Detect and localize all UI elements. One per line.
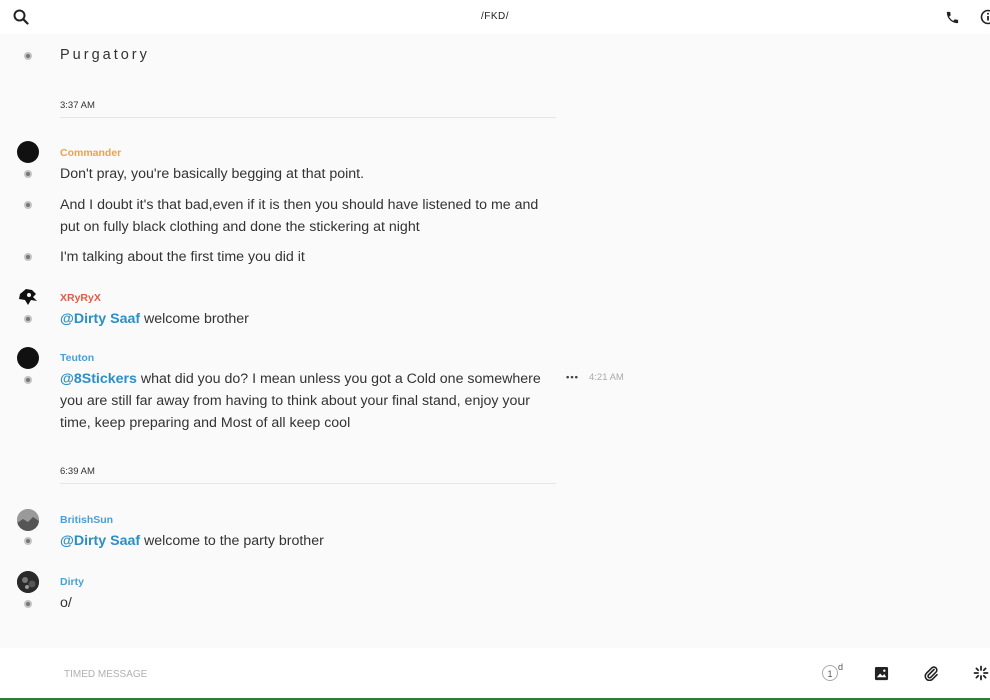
- message-author[interactable]: Dirty: [60, 576, 84, 588]
- user-mention[interactable]: @Dirty Saaf: [60, 311, 140, 327]
- message-body: welcome brother: [140, 311, 249, 327]
- timer-unit: d: [838, 662, 844, 672]
- avatar[interactable]: [17, 347, 39, 369]
- separator-line: [60, 483, 556, 484]
- top-bar: /FKD/: [0, 0, 990, 34]
- separator-line: [60, 117, 556, 118]
- avatar[interactable]: [17, 509, 39, 531]
- message-author[interactable]: BritishSun: [60, 514, 113, 526]
- message-timestamp: 4:21 AM: [588, 372, 624, 383]
- status-dot: [24, 376, 32, 384]
- status-dot: [24, 537, 32, 545]
- user-mention[interactable]: @Dirty Saaf: [60, 533, 140, 549]
- status-dot: [24, 201, 32, 209]
- conversation-title: /FKD/: [480, 11, 510, 22]
- status-dot: [24, 315, 32, 323]
- day-separator: 6:39 AM: [60, 466, 556, 484]
- separator-time: 6:39 AM: [60, 466, 95, 477]
- more-options-icon[interactable]: •••: [566, 372, 579, 383]
- message-text: @Dirty Saaf welcome brother: [60, 308, 552, 330]
- message-feed[interactable]: Purgatory 3:37 AM Commander Don't pray, …: [0, 34, 990, 648]
- info-icon[interactable]: [980, 9, 990, 25]
- status-dot: [24, 253, 32, 261]
- message-text: Don't pray, you're basically begging at …: [60, 166, 365, 182]
- timer-badge[interactable]: 1: [822, 665, 838, 681]
- message-author[interactable]: Commander: [60, 147, 121, 159]
- paperclip-icon[interactable]: [923, 665, 939, 681]
- status-dot: [24, 600, 32, 608]
- separator-time: 3:37 AM: [60, 100, 95, 111]
- message-text: @Dirty Saaf welcome to the party brother: [60, 530, 552, 552]
- image-icon[interactable]: [874, 666, 889, 681]
- status-dot: [24, 52, 32, 60]
- message-text: @8Stickers what did you do? I mean unles…: [60, 368, 552, 434]
- channel-name: Purgatory: [60, 47, 150, 63]
- sparkle-icon[interactable]: [973, 665, 989, 681]
- avatar[interactable]: [17, 571, 39, 593]
- message-input[interactable]: [62, 664, 666, 684]
- message-text: I'm talking about the first time you did…: [60, 249, 305, 265]
- message-composer: 1 d: [0, 648, 990, 698]
- avatar[interactable]: [17, 141, 39, 163]
- day-separator: 3:37 AM: [60, 100, 556, 118]
- message-author[interactable]: Teuton: [60, 352, 94, 364]
- avatar[interactable]: [17, 286, 39, 308]
- message-text: o/: [60, 595, 72, 611]
- message-body: welcome to the party brother: [140, 533, 324, 549]
- status-dot: [24, 170, 32, 178]
- phone-icon[interactable]: [945, 10, 960, 25]
- message-meta: ••• 4:21 AM: [566, 372, 624, 383]
- message-text: And I doubt it's that bad,even if it is …: [60, 197, 539, 235]
- user-mention[interactable]: @8Stickers: [60, 371, 137, 387]
- message-author[interactable]: XRyRyX: [60, 292, 101, 304]
